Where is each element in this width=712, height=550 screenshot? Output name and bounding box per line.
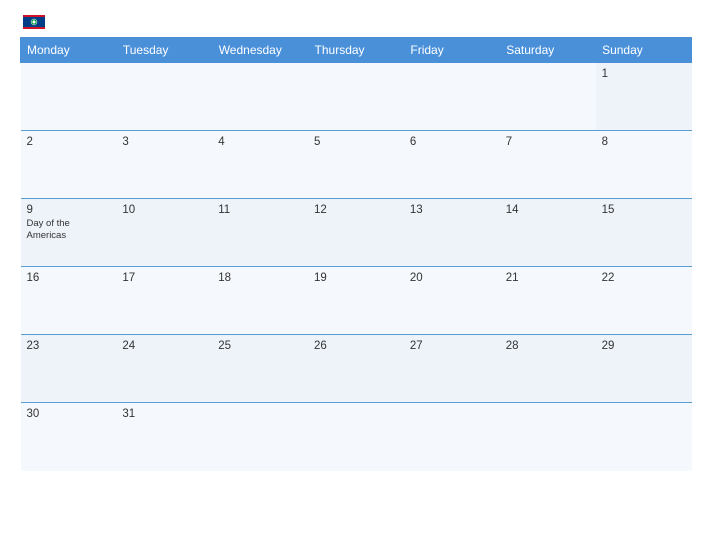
day-number: 7 (506, 136, 590, 148)
calendar-cell (404, 63, 500, 131)
calendar-cell: 15 (596, 199, 692, 267)
calendar-weekday-sunday: Sunday (596, 38, 692, 63)
calendar-cell: 13 (404, 199, 500, 267)
day-number: 4 (218, 136, 302, 148)
calendar-cell: 1 (596, 63, 692, 131)
header (20, 15, 692, 29)
day-number: 25 (218, 340, 302, 352)
day-number: 9 (27, 204, 111, 216)
calendar-week-row: 23 24 25 26 27 28 29 (21, 335, 692, 403)
calendar-cell: 5 (308, 131, 404, 199)
calendar-cell: 22 (596, 267, 692, 335)
calendar-weekday-saturday: Saturday (500, 38, 596, 63)
calendar-cell: 20 (404, 267, 500, 335)
calendar-cell: 3 (116, 131, 212, 199)
calendar-cell: 17 (116, 267, 212, 335)
calendar-cell (500, 403, 596, 471)
calendar-cell: 7 (500, 131, 596, 199)
day-number: 3 (122, 136, 206, 148)
day-number: 20 (410, 272, 494, 284)
day-number: 22 (602, 272, 686, 284)
day-number: 19 (314, 272, 398, 284)
calendar-weekday-wednesday: Wednesday (212, 38, 308, 63)
day-number: 15 (602, 204, 686, 216)
calendar-cell (116, 63, 212, 131)
day-number: 29 (602, 340, 686, 352)
day-number: 10 (122, 204, 206, 216)
calendar-cell: 9 Day of the Americas (21, 199, 117, 267)
calendar-cell: 24 (116, 335, 212, 403)
calendar-cell: 4 (212, 131, 308, 199)
calendar-cell: 27 (404, 335, 500, 403)
day-number: 13 (410, 204, 494, 216)
day-number: 6 (410, 136, 494, 148)
calendar-cell (212, 63, 308, 131)
calendar-cell (500, 63, 596, 131)
calendar-weekday-thursday: Thursday (308, 38, 404, 63)
day-number: 1 (602, 68, 686, 80)
calendar-cell: 12 (308, 199, 404, 267)
calendar-cell: 30 (21, 403, 117, 471)
day-number: 17 (122, 272, 206, 284)
calendar-cell (212, 403, 308, 471)
calendar-cell: 25 (212, 335, 308, 403)
calendar-page: MondayTuesdayWednesdayThursdayFridaySatu… (0, 0, 712, 550)
day-number: 28 (506, 340, 590, 352)
calendar-cell (308, 403, 404, 471)
calendar-week-row: 30 31 (21, 403, 692, 471)
calendar-weekday-tuesday: Tuesday (116, 38, 212, 63)
day-number: 14 (506, 204, 590, 216)
calendar-week-row: 9 Day of the Americas 10 11 12 13 14 15 (21, 199, 692, 267)
calendar-cell (404, 403, 500, 471)
logo-flag-icon (23, 15, 45, 29)
calendar-cell: 10 (116, 199, 212, 267)
event-label: Day of the Americas (27, 218, 111, 243)
day-number: 30 (27, 408, 111, 420)
calendar-cell: 19 (308, 267, 404, 335)
day-number: 2 (27, 136, 111, 148)
calendar-cell: 29 (596, 335, 692, 403)
calendar-cell: 18 (212, 267, 308, 335)
calendar-cell: 8 (596, 131, 692, 199)
day-number: 16 (27, 272, 111, 284)
calendar-cell: 26 (308, 335, 404, 403)
calendar-table: MondayTuesdayWednesdayThursdayFridaySatu… (20, 37, 692, 471)
day-number: 8 (602, 136, 686, 148)
calendar-cell: 21 (500, 267, 596, 335)
calendar-cell (308, 63, 404, 131)
day-number: 27 (410, 340, 494, 352)
calendar-cell: 23 (21, 335, 117, 403)
calendar-weekday-friday: Friday (404, 38, 500, 63)
day-number: 12 (314, 204, 398, 216)
calendar-cell (21, 63, 117, 131)
calendar-weekday-monday: Monday (21, 38, 117, 63)
calendar-cell: 6 (404, 131, 500, 199)
day-number: 31 (122, 408, 206, 420)
calendar-cell: 31 (116, 403, 212, 471)
calendar-week-row: 16 17 18 19 20 21 22 (21, 267, 692, 335)
logo (20, 15, 45, 29)
calendar-week-row: 2345678 (21, 131, 692, 199)
calendar-cell: 11 (212, 199, 308, 267)
day-number: 23 (27, 340, 111, 352)
day-number: 24 (122, 340, 206, 352)
calendar-cell: 28 (500, 335, 596, 403)
day-number: 21 (506, 272, 590, 284)
calendar-cell: 14 (500, 199, 596, 267)
calendar-week-row: 1 (21, 63, 692, 131)
calendar-cell: 16 (21, 267, 117, 335)
calendar-cell (596, 403, 692, 471)
day-number: 11 (218, 204, 302, 216)
calendar-header-row: MondayTuesdayWednesdayThursdayFridaySatu… (21, 38, 692, 63)
day-number: 26 (314, 340, 398, 352)
calendar-cell: 2 (21, 131, 117, 199)
day-number: 5 (314, 136, 398, 148)
day-number: 18 (218, 272, 302, 284)
